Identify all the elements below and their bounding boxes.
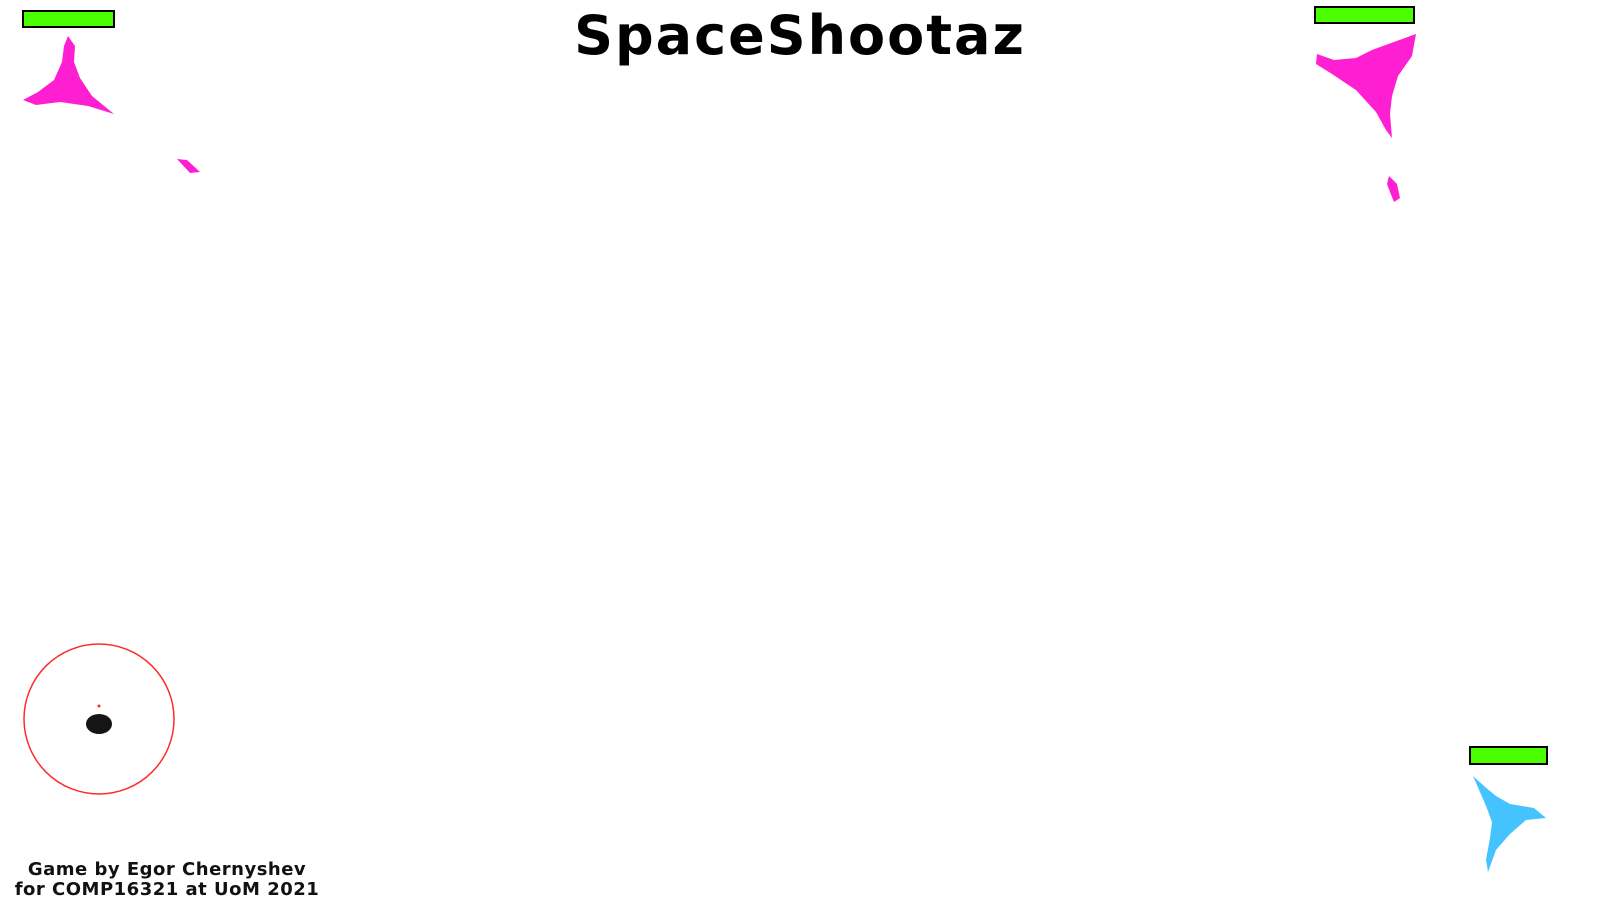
game-canvas[interactable]: SpaceShootaz Game by Egor Chernyshev for…	[0, 0, 1600, 900]
credits: Game by Egor Chernyshev for COMP16321 at…	[12, 860, 322, 900]
joystick-knob[interactable]	[86, 714, 112, 734]
game-layer	[23, 34, 1546, 872]
player-ship	[1473, 776, 1546, 872]
joystick-aim-dot	[97, 704, 101, 708]
credits-line-1: Game by Egor Chernyshev	[27, 859, 307, 880]
enemy-bullet-top-right	[1387, 176, 1400, 202]
credits-line-2: for COMP16321 at UoM 2021	[14, 879, 320, 900]
enemy-ship-top-right	[1316, 34, 1416, 138]
enemy-bullet-top-left	[177, 159, 200, 173]
enemy-ship-top-left	[23, 36, 114, 114]
